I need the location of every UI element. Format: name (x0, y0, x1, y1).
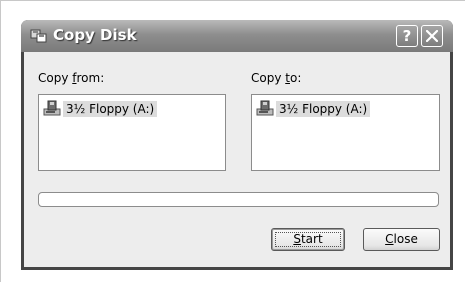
copy-to-label: Copy to: (251, 71, 302, 85)
dialog-client-area: Copy from: Copy to: 3½ Floppy (A:) 3½ Fl… (24, 52, 450, 267)
copy-from-item-floppy[interactable]: 3½ Floppy (A:) (43, 99, 158, 118)
page-edge-top (0, 0, 465, 1)
help-icon: ? (402, 27, 412, 45)
dialog-title: Copy Disk (53, 26, 137, 44)
title-bar[interactable]: Copy Disk ? (21, 20, 453, 52)
close-button[interactable]: Close (363, 228, 440, 251)
close-x-icon (426, 30, 438, 42)
copy-from-label: Copy from: (38, 71, 105, 85)
copy-from-list[interactable]: 3½ Floppy (A:) (38, 94, 226, 171)
page-edge-left (0, 0, 1, 282)
copy-to-list[interactable]: 3½ Floppy (A:) (251, 94, 440, 171)
copy-from-item-label: 3½ Floppy (A:) (63, 100, 158, 117)
help-button[interactable]: ? (396, 25, 418, 47)
floppy-drive-icon (43, 100, 61, 116)
copy-to-item-floppy[interactable]: 3½ Floppy (A:) (256, 99, 371, 118)
start-button[interactable]: Start (271, 228, 345, 251)
copy-disk-icon (30, 28, 47, 44)
copy-disk-dialog: Copy Disk ? Copy from: Copy to: 3½ Flopp… (21, 20, 453, 270)
floppy-drive-icon (256, 100, 274, 116)
copy-to-item-label: 3½ Floppy (A:) (276, 100, 371, 117)
copy-progress-bar (38, 192, 439, 207)
close-window-button[interactable] (421, 25, 443, 47)
